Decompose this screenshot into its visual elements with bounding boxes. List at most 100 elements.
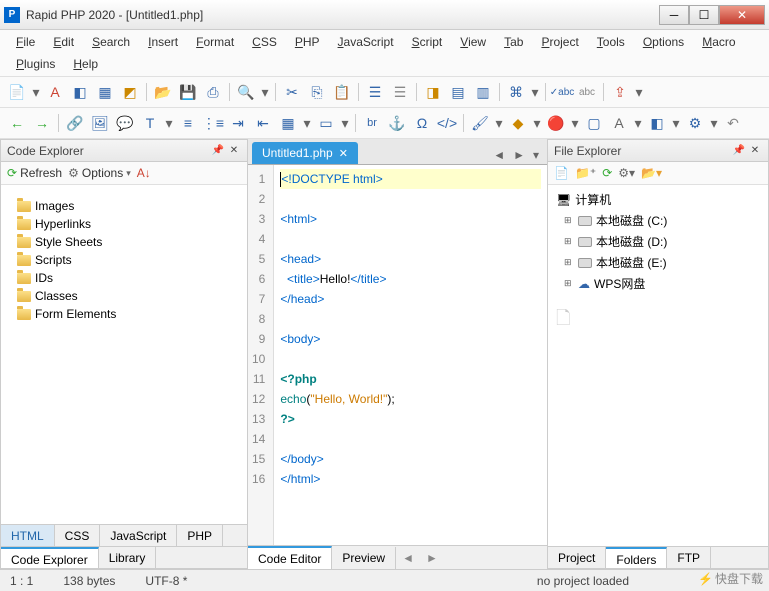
code-explorer-tree[interactable]: ImagesHyperlinksStyle SheetsScriptsIDsCl…: [1, 185, 247, 524]
nav-next-icon[interactable]: ►: [420, 551, 444, 565]
dropdown-icon[interactable]: ▾: [340, 112, 350, 134]
drive-item[interactable]: ⊞本地磁盘 (D:): [552, 231, 764, 252]
panel-tab[interactable]: Code Explorer: [1, 547, 99, 568]
menu-macro[interactable]: Macro: [694, 32, 743, 52]
nav-prev-icon[interactable]: ◄: [396, 551, 420, 565]
pin-icon[interactable]: 📌: [211, 144, 225, 158]
gear-icon[interactable]: ⚙▾: [618, 166, 635, 180]
code-line[interactable]: <!DOCTYPE html>: [280, 169, 541, 189]
paste-icon[interactable]: 📋: [331, 81, 353, 103]
copy-icon[interactable]: ⎘: [306, 81, 328, 103]
numbered-list-icon[interactable]: ⋮≡: [202, 112, 224, 134]
brush-icon[interactable]: 🖌: [469, 112, 491, 134]
diamond-icon[interactable]: ◆: [507, 112, 529, 134]
save-all-icon[interactable]: ⎙: [202, 81, 224, 103]
minimize-button[interactable]: ─: [659, 5, 689, 25]
omega-icon[interactable]: Ω: [411, 112, 433, 134]
panel-close-icon[interactable]: ✕: [227, 144, 241, 158]
color-wheel-icon[interactable]: 🔴: [545, 112, 567, 134]
code-line[interactable]: <head>: [280, 249, 541, 269]
code-line[interactable]: </head>: [280, 289, 541, 309]
code-icon[interactable]: ⌘: [505, 81, 527, 103]
forward-icon[interactable]: →: [31, 112, 53, 134]
palette-icon[interactable]: ◧: [646, 112, 668, 134]
anchor-icon[interactable]: ⚓: [386, 112, 408, 134]
code-line[interactable]: <title>Hello!</title>: [280, 269, 541, 289]
tree-root[interactable]: 🖥 计算机: [552, 189, 764, 210]
back-icon[interactable]: ←: [6, 112, 28, 134]
dropdown-icon[interactable]: ▾: [164, 112, 174, 134]
code-editor[interactable]: 12345678910111213141516 <!DOCTYPE html><…: [248, 165, 547, 545]
file-js-icon[interactable]: ◩: [119, 81, 141, 103]
code-line[interactable]: [280, 429, 541, 449]
tab-close-icon[interactable]: ✕: [339, 147, 348, 160]
menu-tab[interactable]: Tab: [496, 32, 531, 52]
lang-tab-css[interactable]: CSS: [55, 525, 101, 546]
code-line[interactable]: </body>: [280, 449, 541, 469]
code-line[interactable]: [280, 309, 541, 329]
link-icon[interactable]: 🔗: [64, 112, 86, 134]
br-icon[interactable]: br: [361, 112, 383, 134]
form-icon[interactable]: ▭: [315, 112, 337, 134]
tree-item[interactable]: Form Elements: [5, 305, 243, 323]
dropdown-icon[interactable]: ▾: [532, 112, 542, 134]
menu-help[interactable]: Help: [65, 54, 106, 74]
tab-prev-icon[interactable]: ◄: [489, 146, 509, 164]
dropdown-icon[interactable]: ▾: [671, 112, 681, 134]
panel-tab[interactable]: Folders: [606, 547, 667, 568]
text-icon[interactable]: T: [139, 112, 161, 134]
code-line[interactable]: [280, 189, 541, 209]
menu-php[interactable]: PHP: [287, 32, 328, 52]
image-icon[interactable]: 🖼: [89, 112, 111, 134]
file-a-icon[interactable]: A: [44, 81, 66, 103]
menu-project[interactable]: Project: [533, 32, 586, 52]
menu-css[interactable]: CSS: [244, 32, 285, 52]
code-line[interactable]: echo("Hello, World!");: [280, 389, 541, 409]
tree-item[interactable]: Classes: [5, 287, 243, 305]
menu-file[interactable]: File: [8, 32, 43, 52]
file-explorer-tree[interactable]: 🖥 计算机 ⊞本地磁盘 (C:)⊞本地磁盘 (D:)⊞本地磁盘 (E:)⊞☁WP…: [548, 185, 768, 546]
save-icon[interactable]: 💾: [177, 81, 199, 103]
list2-icon[interactable]: ☰: [389, 81, 411, 103]
square-icon[interactable]: ▢: [583, 112, 605, 134]
options-button[interactable]: ⚙Options▾: [68, 166, 131, 180]
panel-tab[interactable]: Library: [99, 547, 157, 568]
doc2-icon[interactable]: ▤: [447, 81, 469, 103]
file-css-icon[interactable]: ▦: [94, 81, 116, 103]
tree-item[interactable]: Images: [5, 197, 243, 215]
code-line[interactable]: [280, 349, 541, 369]
tab-next-icon[interactable]: ►: [509, 146, 529, 164]
panel-close-icon[interactable]: ✕: [748, 144, 762, 158]
tab-preview[interactable]: Preview: [332, 547, 396, 569]
code-line[interactable]: [280, 229, 541, 249]
code-area[interactable]: <!DOCTYPE html> <html> <head> <title>Hello…: [274, 165, 547, 545]
bullet-list-icon[interactable]: ≡: [177, 112, 199, 134]
tree-item[interactable]: IDs: [5, 269, 243, 287]
pin-icon[interactable]: 📌: [732, 144, 746, 158]
expand-icon[interactable]: ⊞: [564, 236, 574, 247]
drive-item[interactable]: ⊞本地磁盘 (E:): [552, 252, 764, 273]
search-icon[interactable]: 🔍: [235, 81, 257, 103]
tree-item[interactable]: Scripts: [5, 251, 243, 269]
expand-icon[interactable]: ⊞: [564, 278, 574, 289]
panel-tab[interactable]: Project: [548, 547, 606, 568]
settings-icon[interactable]: ⚙: [684, 112, 706, 134]
code-line[interactable]: <html>: [280, 209, 541, 229]
drive-item[interactable]: ⊞本地磁盘 (C:): [552, 210, 764, 231]
list-icon[interactable]: ☰: [364, 81, 386, 103]
code-line[interactable]: ?>: [280, 409, 541, 429]
spellcheck2-icon[interactable]: abc: [576, 81, 598, 103]
spellcheck-icon[interactable]: ✓abc: [551, 81, 573, 103]
cut-icon[interactable]: ✂: [281, 81, 303, 103]
expand-icon[interactable]: ⊞: [564, 215, 574, 226]
menu-format[interactable]: Format: [188, 32, 242, 52]
folder-open-icon[interactable]: 📂▾: [641, 166, 662, 180]
maximize-button[interactable]: ☐: [689, 5, 719, 25]
undo-icon[interactable]: ↶: [722, 112, 744, 134]
lang-tab-javascript[interactable]: JavaScript: [100, 525, 177, 546]
indent-icon[interactable]: ⇥: [227, 112, 249, 134]
font-icon[interactable]: A: [608, 112, 630, 134]
outdent-icon[interactable]: ⇤: [252, 112, 274, 134]
file-php-icon[interactable]: ◧: [69, 81, 91, 103]
dropdown-icon[interactable]: ▾: [302, 112, 312, 134]
